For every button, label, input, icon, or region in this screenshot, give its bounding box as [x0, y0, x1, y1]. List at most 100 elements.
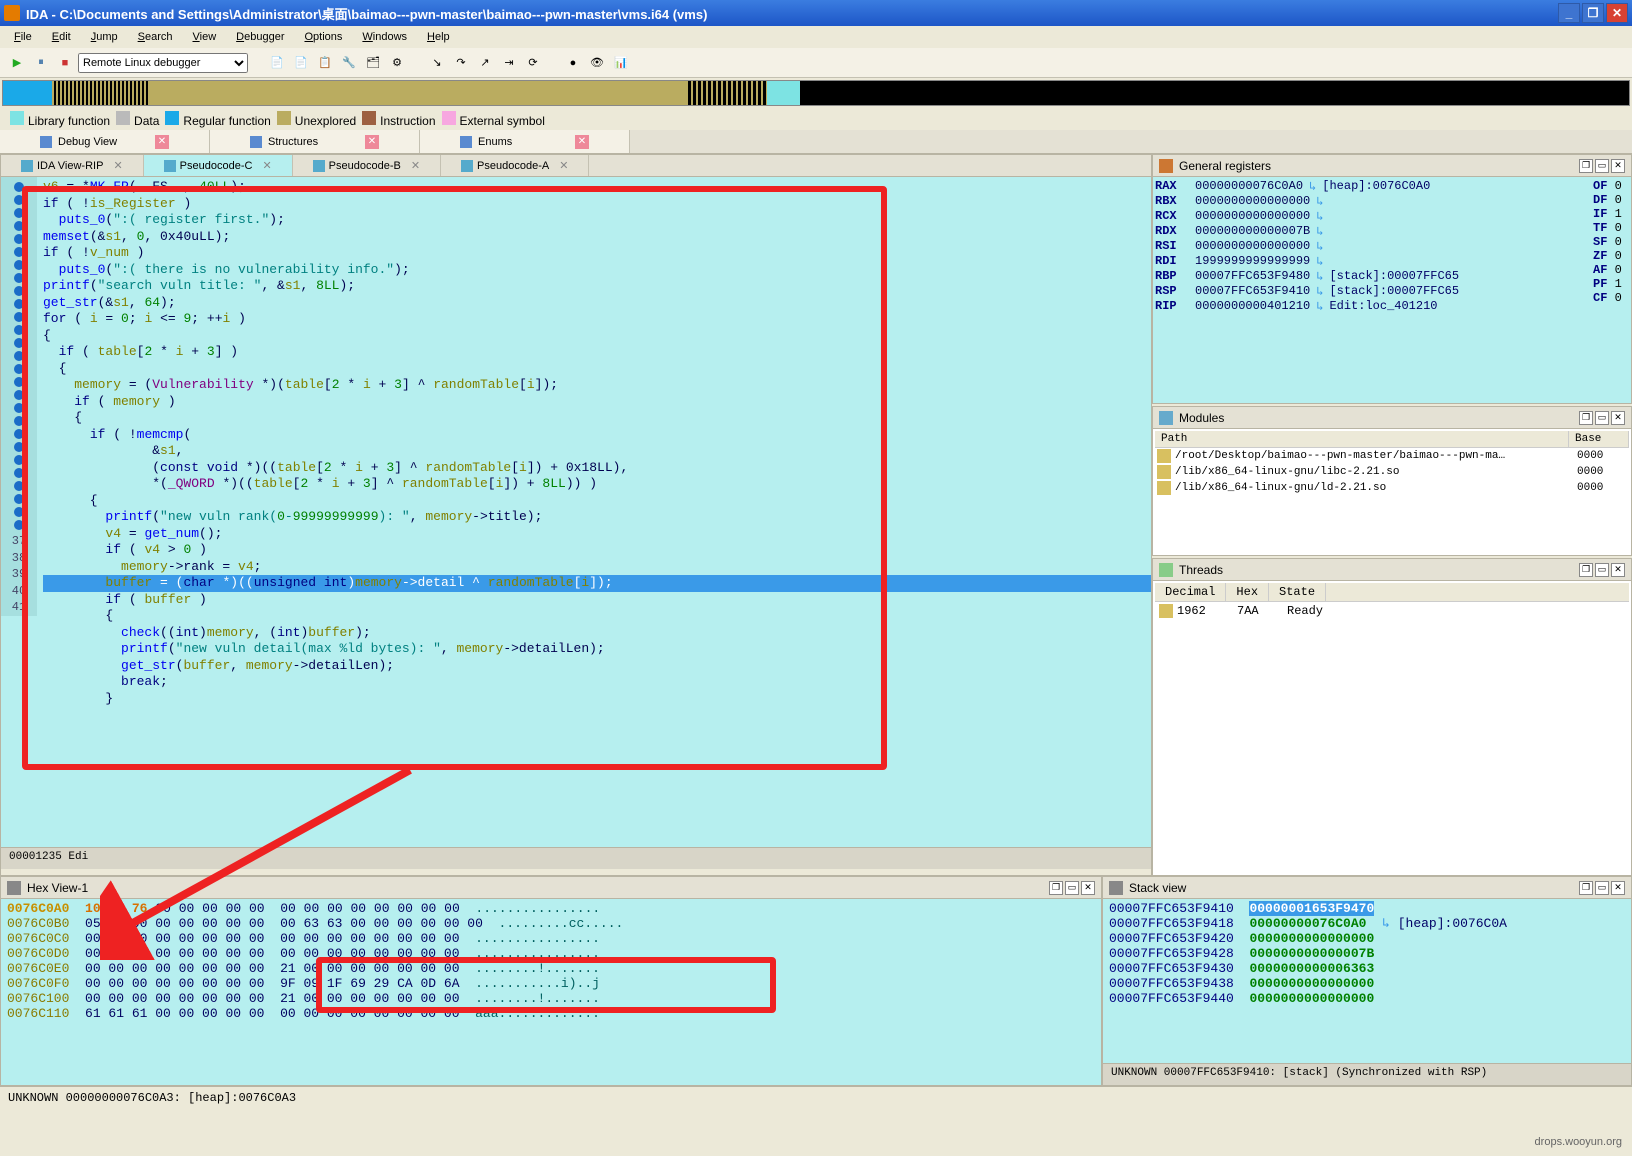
close-icon[interactable]: ✕ — [113, 159, 122, 172]
register-row[interactable]: RIP0000000000401210↳Edit:loc_401210 — [1155, 299, 1629, 314]
debugger-select[interactable]: Remote Linux debugger — [78, 53, 248, 73]
close-icon[interactable]: ✕ — [365, 135, 379, 149]
close-icon[interactable]: ✕ — [575, 135, 589, 149]
title-bar: IDA - C:\Documents and Settings\Administ… — [0, 0, 1632, 26]
hex-row[interactable]: 0076C0F0 00 00 00 00 00 00 00 00 9F 09 1… — [7, 976, 1095, 991]
continue[interactable]: ⟳ — [522, 52, 544, 74]
stack-row[interactable]: 00007FFC653F9438 0000000000000000 — [1109, 976, 1625, 991]
module-row[interactable]: /root/Desktop/baimao---pwn-master/baimao… — [1155, 448, 1629, 464]
close-icon[interactable]: ✕ — [559, 159, 568, 172]
code-tab[interactable]: Pseudocode-B ✕ — [293, 155, 441, 176]
stack-row[interactable]: 00007FFC653F9428 000000000000007B — [1109, 946, 1625, 961]
register-row[interactable]: RDX000000000000007B↳ — [1155, 224, 1629, 239]
registers-body[interactable]: RAX00000000076C0A0↳[heap]:0076C0A0RBX000… — [1153, 177, 1631, 403]
code-status-bar: 00001235 Edi — [1, 847, 1151, 869]
register-row[interactable]: RCX0000000000000000↳ — [1155, 209, 1629, 224]
tool-f[interactable]: ⚙ — [386, 52, 408, 74]
tool-b[interactable]: 📄 — [290, 52, 312, 74]
menu-jump[interactable]: Jump — [81, 29, 128, 45]
panel-restore[interactable]: ❐ — [1579, 881, 1593, 895]
module-row[interactable]: /lib/x86_64-linux-gnu/ld-2.21.so0000 — [1155, 480, 1629, 496]
watches[interactable]: 👁 — [586, 52, 608, 74]
close-icon[interactable]: ✕ — [411, 159, 420, 172]
navigation-band[interactable] — [2, 80, 1630, 106]
register-row[interactable]: RDI1999999999999999↳ — [1155, 254, 1629, 269]
trace[interactable]: 📊 — [610, 52, 632, 74]
panel-float[interactable]: ▭ — [1595, 411, 1609, 425]
panel-close[interactable]: ✕ — [1611, 159, 1625, 173]
top-tab[interactable]: Structures✕ — [210, 130, 420, 153]
panel-float[interactable]: ▭ — [1065, 881, 1079, 895]
menu-view[interactable]: View — [183, 29, 227, 45]
run-button[interactable]: ▶ — [6, 52, 28, 74]
legend-item: Unexplored — [277, 111, 356, 128]
tool-d[interactable]: 🔧 — [338, 52, 360, 74]
menu-windows[interactable]: Windows — [352, 29, 417, 45]
close-button[interactable]: ✕ — [1606, 3, 1628, 23]
color-legend: Library functionDataRegular functionUnex… — [0, 108, 1632, 130]
stack-row[interactable]: 00007FFC653F9430 0000000000006363 — [1109, 961, 1625, 976]
pseudocode-view[interactable]: 3738394041 v6 = *MK_FP(__FS__, 40LL);if … — [1, 177, 1151, 847]
menu-help[interactable]: Help — [417, 29, 460, 45]
panel-close[interactable]: ✕ — [1611, 563, 1625, 577]
tool-a[interactable]: 📄 — [266, 52, 288, 74]
register-row[interactable]: RBX0000000000000000↳ — [1155, 194, 1629, 209]
top-tab[interactable]: Enums✕ — [420, 130, 630, 153]
breakpoint[interactable]: ● — [562, 52, 584, 74]
hex-row[interactable]: 0076C100 00 00 00 00 00 00 00 00 21 00 0… — [7, 991, 1095, 1006]
panel-float[interactable]: ▭ — [1595, 159, 1609, 173]
stack-body[interactable]: 00007FFC653F9410 00000001653F947000007FF… — [1103, 899, 1631, 1063]
menu-options[interactable]: Options — [294, 29, 352, 45]
menu-debugger[interactable]: Debugger — [226, 29, 294, 45]
panel-restore[interactable]: ❐ — [1579, 563, 1593, 577]
stop-button[interactable]: ■ — [54, 52, 76, 74]
register-row[interactable]: RSI0000000000000000↳ — [1155, 239, 1629, 254]
stack-row[interactable]: 00007FFC653F9440 0000000000000000 — [1109, 991, 1625, 1006]
tool-c[interactable]: 📋 — [314, 52, 336, 74]
code-tab[interactable]: Pseudocode-C ✕ — [144, 155, 293, 176]
maximize-button[interactable]: ❐ — [1582, 3, 1604, 23]
panel-close[interactable]: ✕ — [1611, 411, 1625, 425]
register-row[interactable]: RBP00007FFC653F9480↳[stack]:00007FFC65 — [1155, 269, 1629, 284]
menu-search[interactable]: Search — [128, 29, 183, 45]
close-icon[interactable]: ✕ — [262, 159, 271, 172]
stack-row[interactable]: 00007FFC653F9418 00000000076C0A0 ↳ [heap… — [1109, 916, 1625, 931]
threads-body[interactable]: DecimalHexState19627AAReady — [1153, 581, 1631, 875]
thread-icon — [1159, 604, 1173, 618]
step-out[interactable]: ↗ — [474, 52, 496, 74]
panel-close[interactable]: ✕ — [1611, 881, 1625, 895]
modules-body[interactable]: PathBase/root/Desktop/baimao---pwn-maste… — [1153, 429, 1631, 555]
tool-e[interactable]: 🗂 — [362, 52, 384, 74]
panel-restore[interactable]: ❐ — [1579, 411, 1593, 425]
register-row[interactable]: RSP00007FFC653F9410↳[stack]:00007FFC65 — [1155, 284, 1629, 299]
register-row[interactable]: RAX00000000076C0A0↳[heap]:0076C0A0 — [1155, 179, 1629, 194]
hex-row[interactable]: 0076C0D0 00 00 00 00 00 00 00 00 00 00 0… — [7, 946, 1095, 961]
panel-float[interactable]: ▭ — [1595, 563, 1609, 577]
run-to[interactable]: ⇥ — [498, 52, 520, 74]
step-into[interactable]: ↘ — [426, 52, 448, 74]
panel-float[interactable]: ▭ — [1595, 881, 1609, 895]
top-tab[interactable]: Debug View✕ — [0, 130, 210, 153]
hex-body[interactable]: 0076C0A0 10 C2 76 00 00 00 00 00 00 00 0… — [1, 899, 1101, 1085]
hex-row[interactable]: 0076C0B0 05 00 00 00 00 00 00 00 00 63 6… — [7, 916, 1095, 931]
hex-row[interactable]: 0076C110 61 61 61 00 00 00 00 00 00 00 0… — [7, 1006, 1095, 1021]
thread-row[interactable]: 19627AAReady — [1155, 602, 1629, 620]
hex-row[interactable]: 0076C0C0 00 00 00 00 00 00 00 00 00 00 0… — [7, 931, 1095, 946]
close-icon[interactable]: ✕ — [155, 135, 169, 149]
code-tab[interactable]: Pseudocode-A ✕ — [441, 155, 589, 176]
minimize-button[interactable]: _ — [1558, 3, 1580, 23]
panel-close[interactable]: ✕ — [1081, 881, 1095, 895]
module-row[interactable]: /lib/x86_64-linux-gnu/libc-2.21.so0000 — [1155, 464, 1629, 480]
panel-restore[interactable]: ❐ — [1579, 159, 1593, 173]
panel-restore[interactable]: ❐ — [1049, 881, 1063, 895]
legend-item: Library function — [10, 111, 110, 128]
menu-file[interactable]: File — [4, 29, 42, 45]
stack-row[interactable]: 00007FFC653F9410 00000001653F9470 — [1109, 901, 1625, 916]
pause-button[interactable]: ⏸ — [30, 52, 52, 74]
hex-row[interactable]: 0076C0E0 00 00 00 00 00 00 00 00 21 00 0… — [7, 961, 1095, 976]
menu-edit[interactable]: Edit — [42, 29, 81, 45]
hex-row[interactable]: 0076C0A0 10 C2 76 00 00 00 00 00 00 00 0… — [7, 901, 1095, 916]
stack-row[interactable]: 00007FFC653F9420 0000000000000000 — [1109, 931, 1625, 946]
step-over[interactable]: ↷ — [450, 52, 472, 74]
code-tab[interactable]: IDA View-RIP ✕ — [1, 155, 144, 176]
